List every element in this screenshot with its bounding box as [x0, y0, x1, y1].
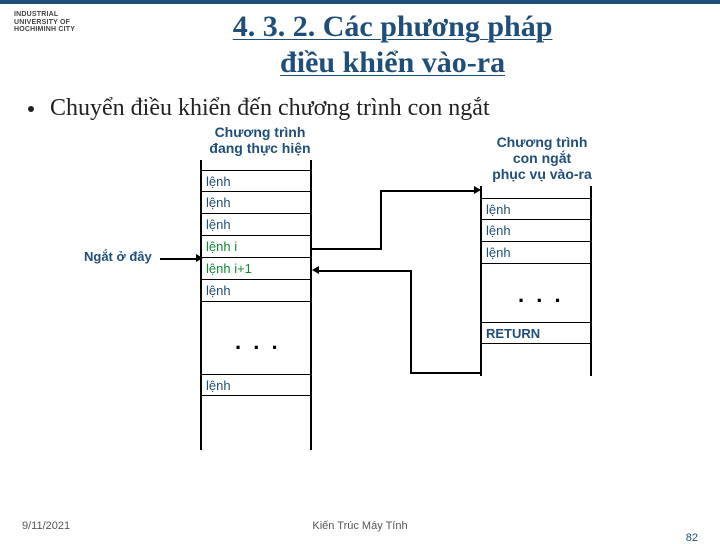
flow-out-h1 [311, 248, 381, 250]
left-header-l1: Chương trình [190, 124, 330, 140]
footer: 9/11/2021 Kiến Trúc Máy Tính 82 [0, 520, 720, 532]
left-cell-last: lệnh [200, 374, 310, 396]
left-rail-r [310, 160, 312, 450]
flow-ret-h1 [410, 372, 480, 374]
bullet-item: Chuyển điều khiển đến chương trình con n… [28, 95, 720, 122]
left-cell: lệnh [200, 280, 310, 302]
right-return: RETURN [480, 322, 590, 344]
slide-title: 4. 3. 2. Các phương pháp điều khiển vào-… [75, 9, 710, 81]
diagram: Chương trình đang thực hiện Chương trình… [80, 124, 640, 464]
logo: iH INDUSTRIAL UNIVERSITY OF HOCHIMINH CI… [10, 11, 75, 34]
left-column-tail: lệnh [200, 374, 310, 396]
bullet-dot-icon [28, 106, 34, 112]
flow-out-h2 [380, 190, 476, 192]
right-cell: lệnh [480, 220, 590, 242]
left-cell: lệnh [200, 214, 310, 236]
right-cell: lệnh [480, 198, 590, 220]
flow-out-head-icon [474, 186, 481, 194]
right-col-header: Chương trình con ngắt phục vụ vào-ra [472, 134, 612, 182]
left-cell: lệnh [200, 192, 310, 214]
right-header-l1: Chương trình [472, 134, 612, 150]
footer-center: Kiến Trúc Máy Tính [0, 520, 720, 532]
right-column-tail: RETURN [480, 322, 590, 344]
logo-text: INDUSTRIAL UNIVERSITY OF HOCHIMINH CITY [14, 11, 75, 34]
header: iH INDUSTRIAL UNIVERSITY OF HOCHIMINH CI… [0, 4, 720, 81]
left-ellipsis: . . . [235, 329, 281, 355]
right-header-l3: phục vụ vào-ra [472, 166, 612, 182]
right-cell: lệnh [480, 242, 590, 264]
right-ellipsis: . . . [518, 282, 564, 308]
logo-text-l2: UNIVERSITY OF [14, 19, 75, 27]
flow-ret-head-icon [312, 266, 319, 274]
left-cell: lệnh [200, 170, 310, 192]
flow-ret-v1 [410, 270, 412, 374]
arrow-interrupt-head-icon [196, 254, 203, 262]
left-col-header: Chương trình đang thực hiện [190, 124, 330, 156]
footer-date: 9/11/2021 [22, 520, 70, 532]
flow-ret-h2 [318, 270, 411, 272]
interrupt-label: Ngắt ở đây [84, 249, 152, 264]
arrow-interrupt [160, 258, 198, 260]
logo-text-l1: INDUSTRIAL [14, 11, 75, 19]
right-header-l2: con ngắt [472, 150, 612, 166]
flow-out-v1 [380, 190, 382, 250]
left-cell-i1: lệnh i+1 [200, 258, 310, 280]
left-header-l2: đang thực hiện [190, 140, 330, 156]
left-cell-i: lệnh i [200, 236, 310, 258]
logo-text-l3: HOCHIMINH CITY [14, 26, 75, 34]
right-column: lệnh lệnh lệnh [480, 198, 590, 264]
title-line1: 4. 3. 2. Các phương pháp [233, 10, 553, 43]
right-rail-r [590, 186, 592, 376]
bullet-text: Chuyển điều khiển đến chương trình con n… [50, 95, 490, 121]
title-line2: điều khiển vào-ra [280, 46, 505, 79]
footer-page: 82 [686, 532, 698, 544]
left-column: lệnh lệnh lệnh lệnh i lệnh i+1 lệnh [200, 170, 310, 302]
